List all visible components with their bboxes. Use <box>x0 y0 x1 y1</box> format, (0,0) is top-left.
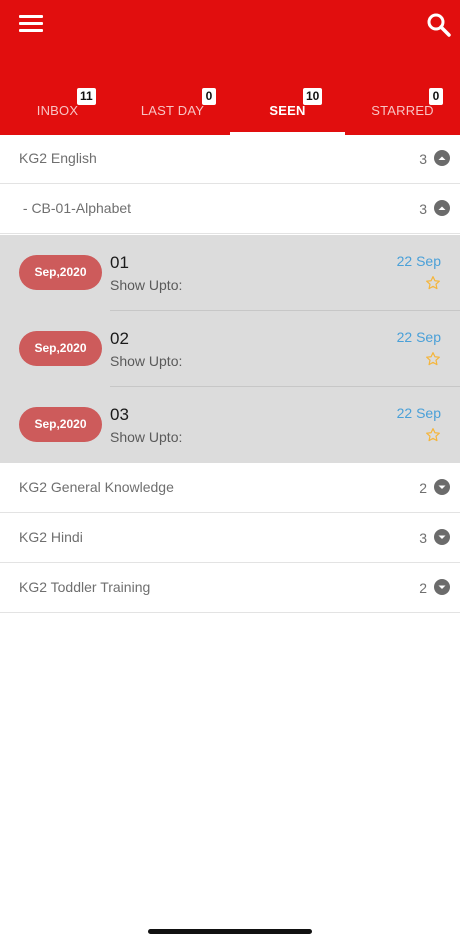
group-row-kg2-hindi[interactable]: KG2 Hindi 3 <box>0 514 460 563</box>
group-title: - CB-01-Alphabet <box>19 200 132 216</box>
tab-last-day[interactable]: LAST DAY 0 <box>115 84 230 135</box>
search-icon[interactable] <box>426 12 452 38</box>
group-title: KG2 Toddler Training <box>19 579 151 595</box>
app-screen: INBOX 11 LAST DAY 0 SEEN 10 STARRED 0 KG… <box>0 0 460 946</box>
tab-badge: 0 <box>429 88 443 105</box>
home-indicator[interactable] <box>148 929 312 934</box>
app-header: INBOX 11 LAST DAY 0 SEEN 10 STARRED 0 <box>0 0 460 135</box>
month-pill: Sep,2020 <box>19 407 102 442</box>
tab-label: INBOX <box>36 103 79 118</box>
group-count: 3 <box>419 201 427 217</box>
group-row-kg2-general-knowledge[interactable]: KG2 General Knowledge 2 <box>0 464 460 513</box>
tab-badge: 10 <box>303 88 323 105</box>
message-list: Sep,2020 01 Show Upto: 22 Sep Sep,2020 0… <box>0 235 460 463</box>
month-pill: Sep,2020 <box>19 255 102 290</box>
message-item[interactable]: Sep,2020 01 Show Upto: 22 Sep <box>0 235 460 311</box>
chevron-down-icon[interactable] <box>434 579 450 595</box>
message-title: 03 <box>110 405 129 424</box>
message-subtitle: Show Upto: <box>110 353 183 369</box>
menu-icon[interactable] <box>19 14 43 34</box>
group-count: 2 <box>419 480 427 496</box>
message-title: 01 <box>110 253 129 272</box>
message-date: 22 Sep <box>396 253 441 269</box>
group-title: KG2 General Knowledge <box>19 479 174 495</box>
tab-badge: 0 <box>202 88 216 105</box>
subgroup-row-cb01-alphabet[interactable]: - CB-01-Alphabet 3 <box>0 185 460 234</box>
message-item[interactable]: Sep,2020 03 Show Upto: 22 Sep <box>0 387 460 463</box>
tab-label: SEEN <box>269 103 306 118</box>
tab-bar: INBOX 11 LAST DAY 0 SEEN 10 STARRED 0 <box>0 84 460 135</box>
star-icon[interactable] <box>425 351 441 367</box>
month-pill: Sep,2020 <box>19 331 102 366</box>
message-date: 22 Sep <box>396 405 441 421</box>
group-row-kg2-english[interactable]: KG2 English 3 <box>0 135 460 184</box>
group-row-kg2-toddler-training[interactable]: KG2 Toddler Training 2 <box>0 564 460 613</box>
chevron-down-icon[interactable] <box>434 479 450 495</box>
message-item[interactable]: Sep,2020 02 Show Upto: 22 Sep <box>0 311 460 387</box>
chevron-down-icon[interactable] <box>434 529 450 545</box>
tab-badge: 11 <box>77 88 96 105</box>
message-subtitle: Show Upto: <box>110 429 183 445</box>
group-count: 3 <box>419 151 427 167</box>
group-title: KG2 Hindi <box>19 529 83 545</box>
star-icon[interactable] <box>425 427 441 443</box>
group-count: 2 <box>419 580 427 596</box>
tab-seen[interactable]: SEEN 10 <box>230 84 345 135</box>
message-date: 22 Sep <box>396 329 441 345</box>
star-icon[interactable] <box>425 275 441 291</box>
tab-inbox[interactable]: INBOX 11 <box>0 84 115 135</box>
tab-label: STARRED <box>371 103 434 118</box>
message-title: 02 <box>110 329 129 348</box>
chevron-up-icon[interactable] <box>434 200 450 216</box>
message-subtitle: Show Upto: <box>110 277 183 293</box>
group-count: 3 <box>419 530 427 546</box>
tab-starred[interactable]: STARRED 0 <box>345 84 460 135</box>
group-title: KG2 English <box>19 150 97 166</box>
chevron-up-icon[interactable] <box>434 150 450 166</box>
tab-label: LAST DAY <box>140 103 205 118</box>
